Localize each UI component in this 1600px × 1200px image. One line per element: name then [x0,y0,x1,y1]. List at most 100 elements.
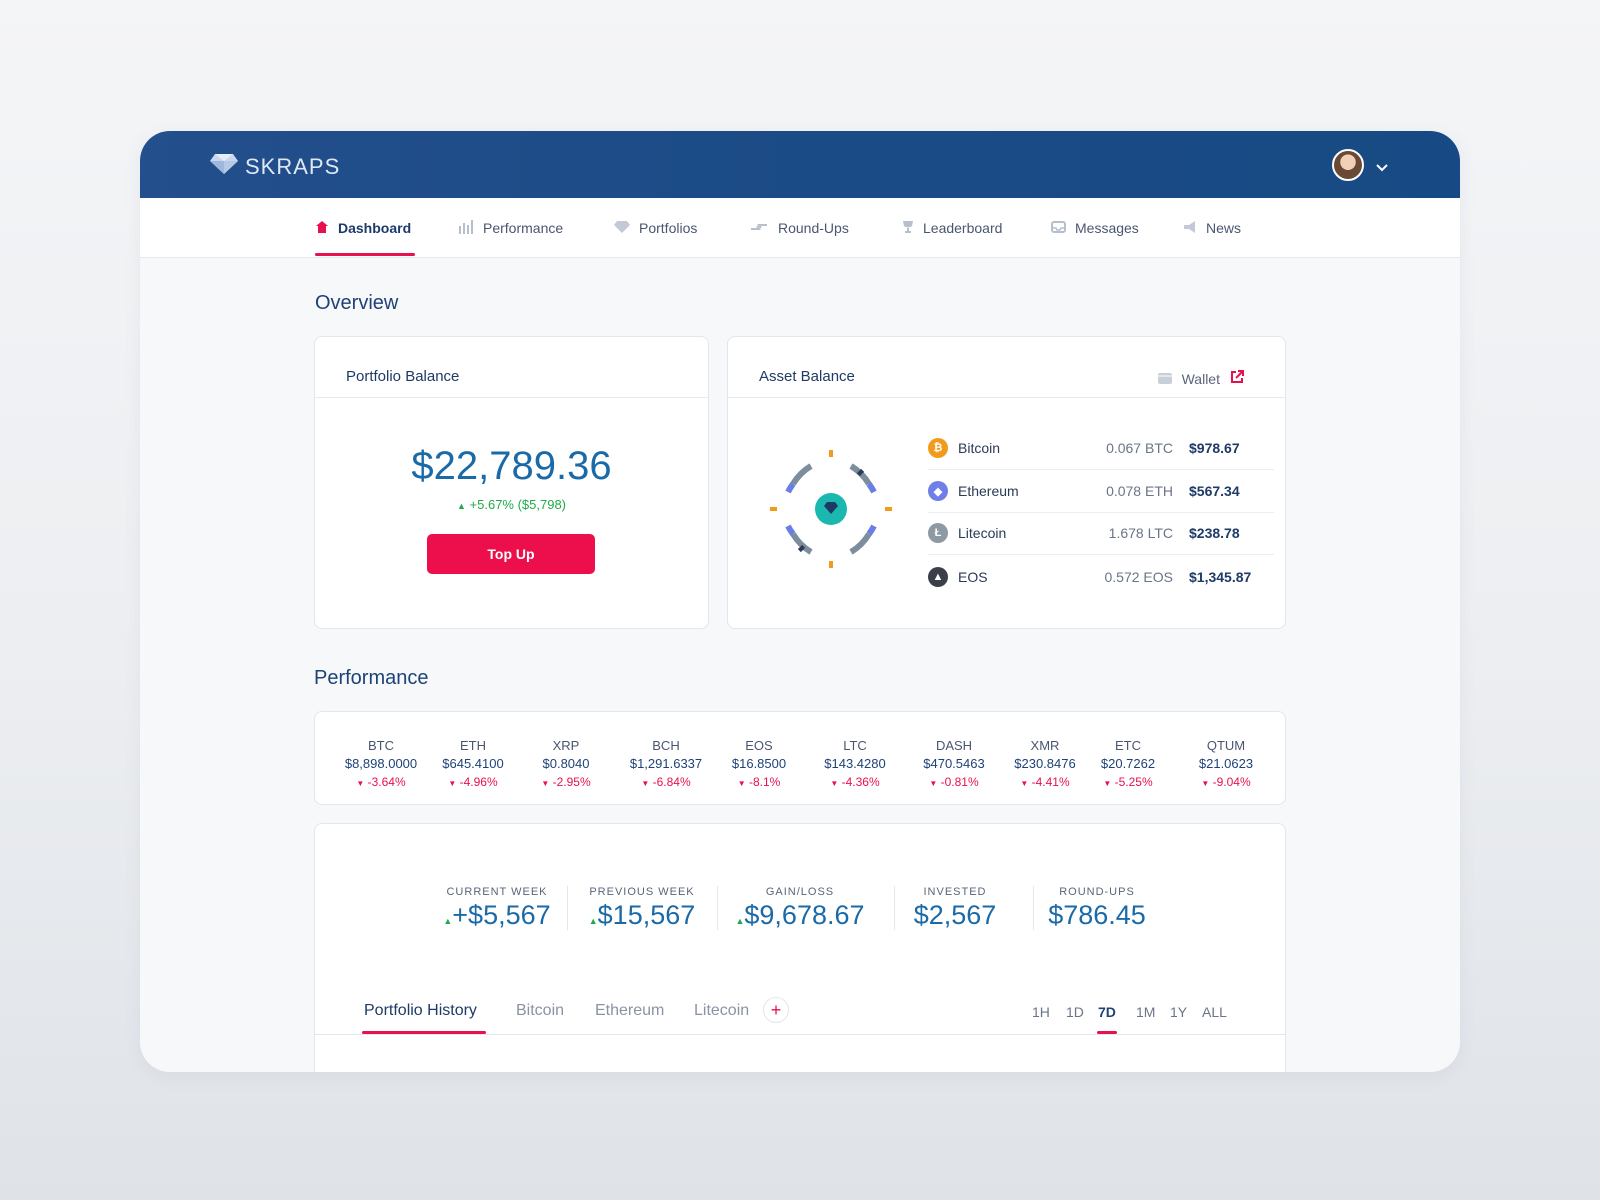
stat-label: CURRENT WEEK [446,886,548,898]
nav-performance[interactable]: Performance [458,198,563,258]
top-bar: SKRAPS [140,131,1460,198]
nav-leaderboard[interactable]: Leaderboard [902,198,1002,258]
portfolio-balance-title: Portfolio Balance [346,368,460,385]
ticker-symbol: QTUM [1206,738,1246,753]
card-header: Portfolio Balance [315,337,708,398]
stat-previous-week: PREVIOUS WEEK ▲$15,567 [577,886,707,931]
ticker-dash[interactable]: DASH $470.5463 ▼ -0.81% [909,737,999,793]
top-up-button[interactable]: Top Up [427,534,595,574]
home-icon [315,220,338,237]
diamond-icon [614,220,639,236]
ticker-change: ▼ -0.81% [909,773,999,793]
nav-dashboard[interactable]: Dashboard [315,198,411,258]
nav-active-indicator [315,253,415,256]
wallet-link[interactable]: Wallet [1157,370,1244,387]
bitcoin-icon: ₿ [928,438,948,458]
asset-balance-card: Asset Balance Wallet ₿ Bitcoin 0.067 BTC… [727,336,1286,629]
tab-ethereum[interactable]: Ethereum [595,1002,664,1020]
triangle-down-icon: ▼ [541,779,550,788]
add-tab-button[interactable]: + [763,997,789,1023]
range-all[interactable]: ALL [1202,1004,1227,1020]
range-7d[interactable]: 7D [1098,1004,1116,1020]
asset-row-eos[interactable]: ▲ EOS 0.572 EOS $1,345.87 [928,555,1274,598]
logo[interactable]: SKRAPS [209,153,340,180]
ticker-change: ▼ -9.04% [1181,773,1271,793]
ticker-price: $20.7262 [1100,756,1156,771]
ticker-bch[interactable]: BCH $1,291.6337 ▼ -6.84% [621,737,711,793]
stat-round-ups: ROUND-UPS $786.45 [1042,886,1152,931]
portfolio-balance-card: Portfolio Balance $22,789.36 ▲ +5.67% ($… [314,336,709,629]
ticker-change: ▼ -8.1% [714,773,804,793]
trophy-icon [902,220,923,237]
ticker-xmr[interactable]: XMR $230.8476 ▼ -4.41% [1000,737,1090,793]
stat-invested: INVESTED $2,567 [905,886,1005,931]
stat-value-text: $9,678.67 [744,900,865,930]
ticker-symbol: BCH [652,738,680,753]
chevron-down-icon[interactable] [1376,159,1388,177]
nav-dashboard-label: Dashboard [338,220,412,236]
ticker-price: $470.5463 [923,756,985,771]
nav-news[interactable]: News [1183,198,1241,258]
stat-value: ▲$9,678.67 [725,900,875,931]
triangle-up-icon: ▲ [456,501,466,511]
ticker-ltc[interactable]: LTC $143.4280 ▼ -4.36% [810,737,900,793]
stat-divider [567,886,568,930]
range-1m[interactable]: 1M [1136,1004,1155,1020]
bar-chart-icon [458,219,483,237]
stat-divider [1033,886,1034,930]
nav-messages-label: Messages [1075,220,1139,236]
arrows-icon [749,220,778,237]
ticker-etc[interactable]: ETC $20.7262 ▼ -5.25% [1083,737,1173,793]
tab-bitcoin[interactable]: Bitcoin [516,1002,564,1020]
overview-title: Overview [315,292,399,314]
tab-litecoin[interactable]: Litecoin [694,1002,749,1020]
card-header: Asset Balance Wallet [728,337,1285,398]
ethereum-icon: ◆ [928,481,948,501]
asset-row-litecoin[interactable]: Ł Litecoin 1.678 LTC $238.78 [928,512,1274,555]
range-1h[interactable]: 1H [1032,1004,1050,1020]
nav-news-label: News [1206,220,1242,236]
ticker-qtum[interactable]: QTUM $21.0623 ▼ -9.04% [1181,737,1271,793]
tabs-divider [315,1034,1285,1035]
ticker-price: $0.8040 [542,756,590,771]
ticker-price: $143.4280 [824,756,886,771]
nav-messages[interactable]: Messages [1051,198,1139,258]
ticker-change-text: -4.96% [459,775,498,789]
tab-portfolio-history[interactable]: Portfolio History [364,1002,477,1020]
ticker-change-text: -5.25% [1114,775,1153,789]
asset-value: $978.67 [1189,440,1240,456]
ticker-price: $645.4100 [442,756,504,771]
asset-row-bitcoin[interactable]: ₿ Bitcoin 0.067 BTC $978.67 [928,427,1274,470]
asset-row-ethereum[interactable]: ◆ Ethereum 0.078 ETH $567.34 [928,470,1274,513]
asset-name: Litecoin [958,525,1007,541]
triangle-down-icon: ▼ [1201,779,1210,788]
nav-portfolios[interactable]: Portfolios [614,198,697,258]
ticker-xrp[interactable]: XRP $0.8040 ▼ -2.95% [521,737,611,793]
ticker-change: ▼ -4.96% [428,773,518,793]
nav-portfolios-label: Portfolios [639,220,698,236]
ticker-price: $8,898.0000 [344,756,418,771]
ticker-change-text: -0.81% [940,775,979,789]
stat-value: ▲+$5,567 [432,900,562,931]
triangle-up-icon: ▲ [588,916,598,926]
ticker-change-text: -4.41% [1031,775,1070,789]
performance-title: Performance [314,667,429,689]
litecoin-icon: Ł [928,523,948,543]
triangle-down-icon: ▼ [356,779,365,788]
asset-donut-chart [770,450,892,568]
avatar[interactable] [1332,149,1364,181]
ticker-change: ▼ -4.36% [810,773,900,793]
ticker-btc[interactable]: BTC $8,898.0000 ▼ -3.64% [336,737,426,793]
asset-name: Bitcoin [958,440,1001,456]
ticker-eth[interactable]: ETH $645.4100 ▼ -4.96% [428,737,518,793]
ticker-change: ▼ -3.64% [336,773,426,793]
range-1y[interactable]: 1Y [1170,1004,1187,1020]
asset-balance-title: Asset Balance [759,368,855,385]
ticker-eos[interactable]: EOS $16.8500 ▼ -8.1% [714,737,804,793]
range-1d[interactable]: 1D [1066,1004,1084,1020]
ticker-strip: BTC $8,898.0000 ▼ -3.64% ETH $645.4100 ▼… [314,711,1286,805]
ticker-price: $230.8476 [1014,756,1076,771]
nav-round-ups[interactable]: Round-Ups [749,198,849,258]
triangle-down-icon: ▼ [830,779,839,788]
triangle-down-icon: ▼ [1020,779,1029,788]
